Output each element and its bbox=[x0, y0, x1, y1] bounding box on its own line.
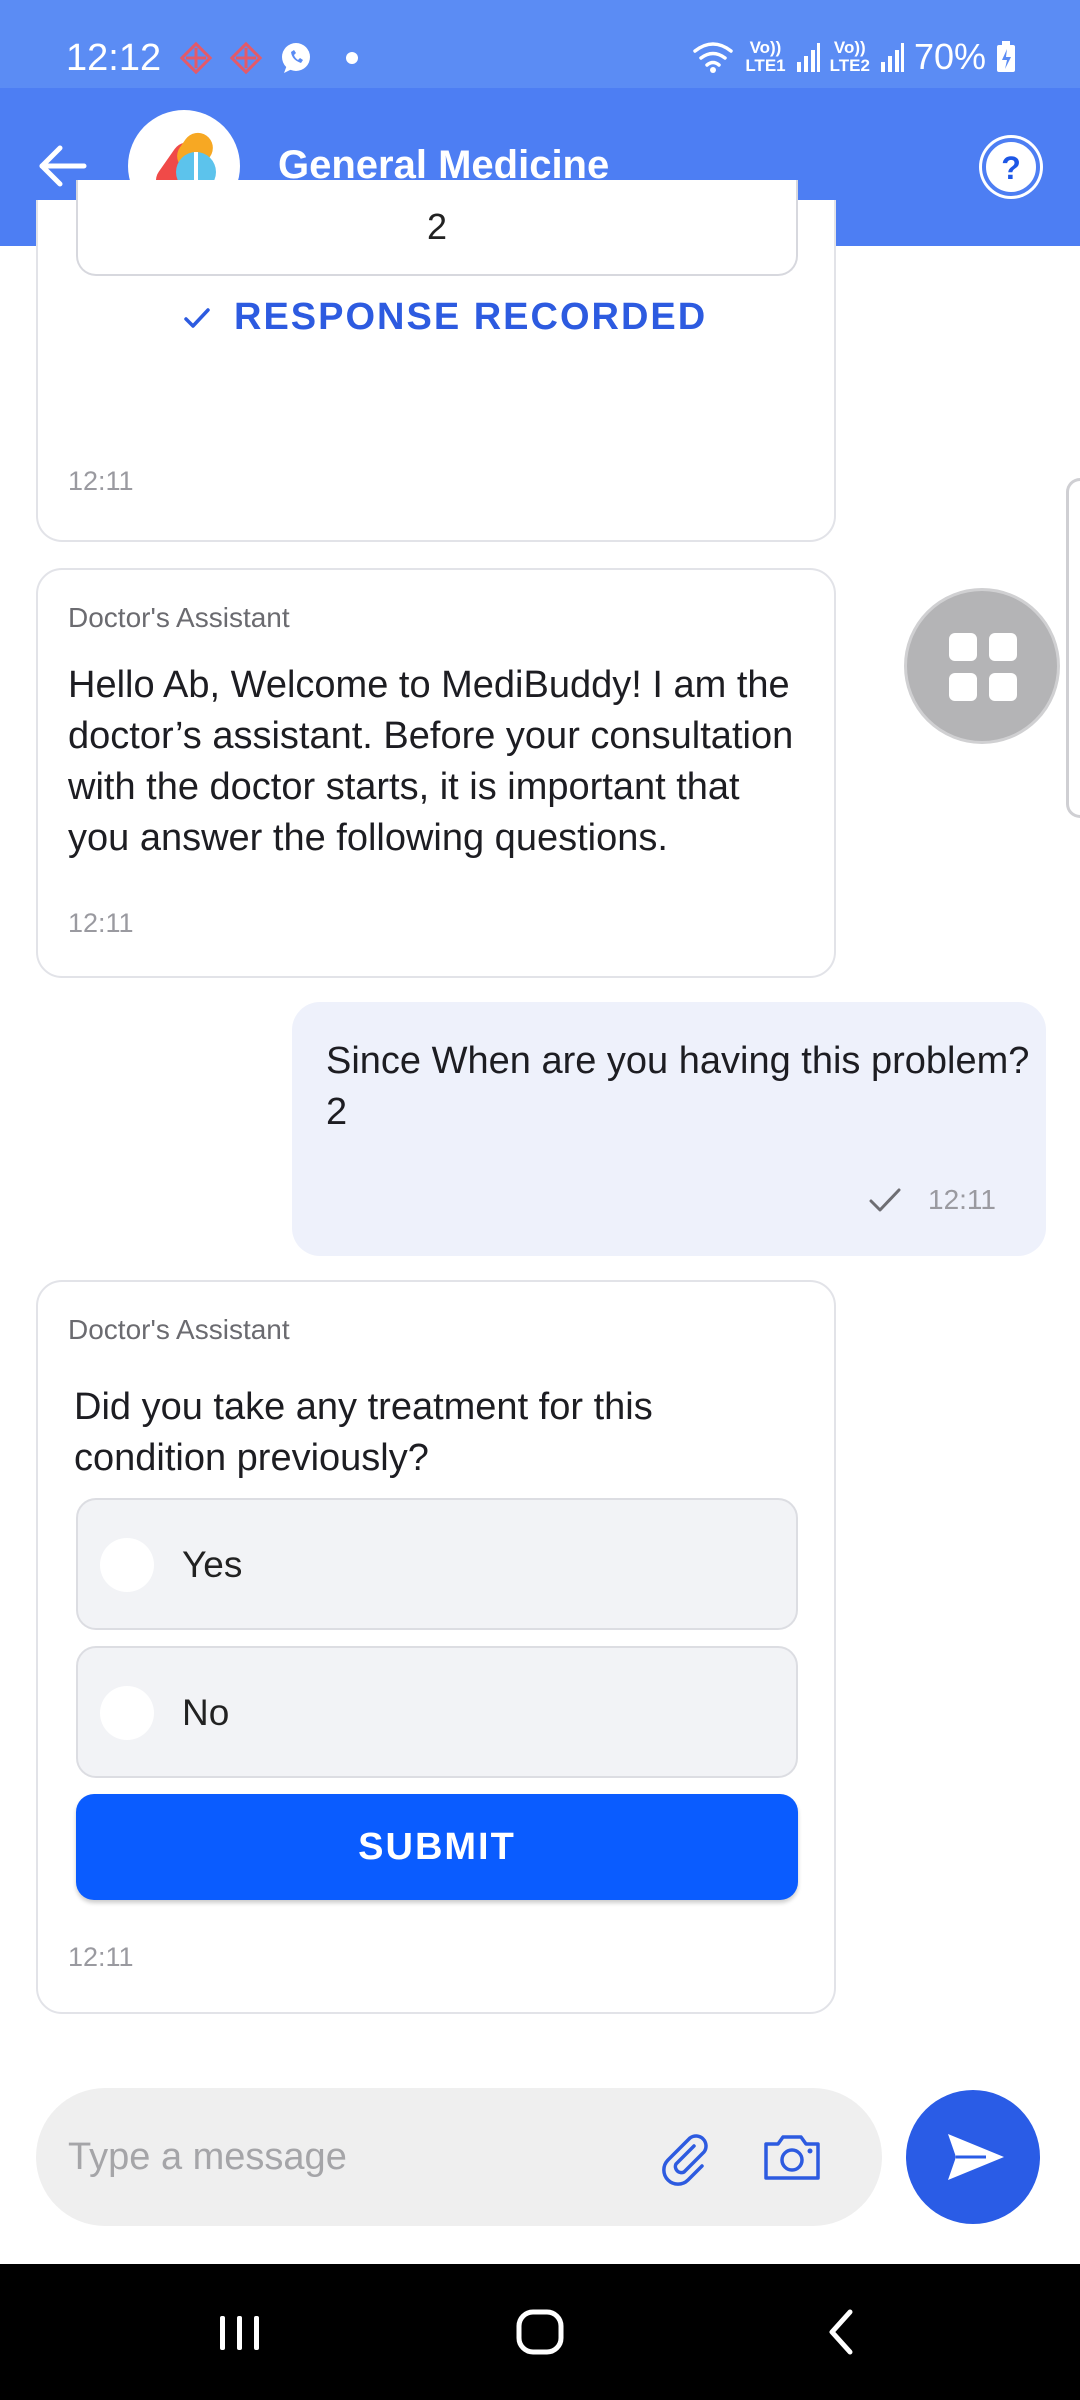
check-icon bbox=[184, 307, 210, 328]
previous-answer-box: 2 bbox=[76, 180, 798, 276]
welcome-message-text: Hello Ab, Welcome to MediBuddy! I am the… bbox=[68, 664, 794, 859]
notification-icons bbox=[178, 40, 358, 76]
previous-answer-value: 2 bbox=[426, 206, 448, 247]
app-notification-icon bbox=[229, 41, 263, 75]
radio-button[interactable] bbox=[100, 1538, 154, 1592]
question-text: Did you take any treatment for this cond… bbox=[74, 1386, 653, 1479]
assistant-welcome-card: Doctor's Assistant Hello Ab, Welcome to … bbox=[36, 568, 836, 978]
side-panel-handle[interactable] bbox=[1066, 478, 1080, 818]
floating-menu-button[interactable] bbox=[904, 588, 1060, 744]
wifi-icon bbox=[693, 42, 734, 73]
app-notification-icon bbox=[179, 41, 213, 75]
sim1-network: Vo)) LTE1 bbox=[745, 38, 786, 75]
whatsapp-icon bbox=[282, 43, 310, 73]
sim2-network: Vo)) LTE2 bbox=[829, 38, 870, 75]
option-label: No bbox=[182, 1692, 230, 1733]
signal-icon bbox=[796, 43, 820, 72]
user-message-line: Since When are you having this problem? bbox=[326, 1040, 1030, 1082]
message-input[interactable] bbox=[68, 2128, 628, 2186]
back-nav-icon[interactable] bbox=[812, 2304, 872, 2360]
user-message-meta: 12:11 bbox=[868, 1184, 996, 1216]
message-time: 12:11 bbox=[68, 908, 134, 938]
status-time: 12:12 bbox=[66, 37, 162, 79]
option-no[interactable]: No bbox=[76, 1646, 798, 1778]
sender-name: Doctor's Assistant bbox=[68, 1314, 290, 1345]
more-notifications-dot bbox=[346, 52, 358, 64]
assistant-question-card: Doctor's Assistant Did you take any trea… bbox=[36, 1280, 836, 2014]
submit-button[interactable]: SUBMIT bbox=[76, 1794, 798, 1900]
status-bar: 12:12 Vo)) LTE1 Vo)) LTE2 70% bbox=[0, 0, 1080, 88]
grid-square-icon bbox=[949, 633, 977, 661]
sender-name: Doctor's Assistant bbox=[68, 602, 290, 633]
battery-percent: 70% bbox=[913, 36, 986, 77]
grid-square-icon bbox=[949, 673, 977, 701]
option-label: Yes bbox=[182, 1544, 243, 1585]
camera-icon[interactable] bbox=[760, 2126, 824, 2188]
response-recorded-status: RESPONSE RECORDED bbox=[182, 296, 707, 339]
battery-icon bbox=[997, 41, 1015, 72]
radio-button[interactable] bbox=[100, 1686, 154, 1740]
message-composer bbox=[36, 2088, 882, 2226]
grid-square-icon bbox=[989, 673, 1017, 701]
help-button[interactable]: ? bbox=[982, 138, 1040, 196]
message-time: 12:11 bbox=[68, 466, 134, 496]
system-navigation-bar bbox=[0, 2264, 1080, 2400]
attachment-icon[interactable] bbox=[654, 2126, 716, 2188]
status-right: Vo)) LTE1 Vo)) LTE2 70% bbox=[691, 36, 1016, 78]
grid-square-icon bbox=[989, 633, 1017, 661]
option-yes[interactable]: Yes bbox=[76, 1498, 798, 1630]
home-icon[interactable] bbox=[510, 2304, 570, 2360]
previous-response-card: 2 RESPONSE RECORDED 12:11 bbox=[36, 180, 836, 542]
send-icon bbox=[948, 2134, 1004, 2180]
recent-apps-icon[interactable] bbox=[210, 2304, 270, 2360]
user-message-bubble: Since When are you having this problem? … bbox=[292, 1002, 1046, 1256]
signal-icon bbox=[880, 43, 904, 72]
message-time: 12:11 bbox=[68, 1942, 134, 1972]
user-message-answer: 2 bbox=[326, 1091, 348, 1133]
message-time: 12:11 bbox=[928, 1184, 996, 1215]
response-recorded-label: RESPONSE RECORDED bbox=[234, 296, 708, 338]
sent-check-icon bbox=[869, 1188, 901, 1212]
send-button[interactable] bbox=[906, 2090, 1040, 2224]
